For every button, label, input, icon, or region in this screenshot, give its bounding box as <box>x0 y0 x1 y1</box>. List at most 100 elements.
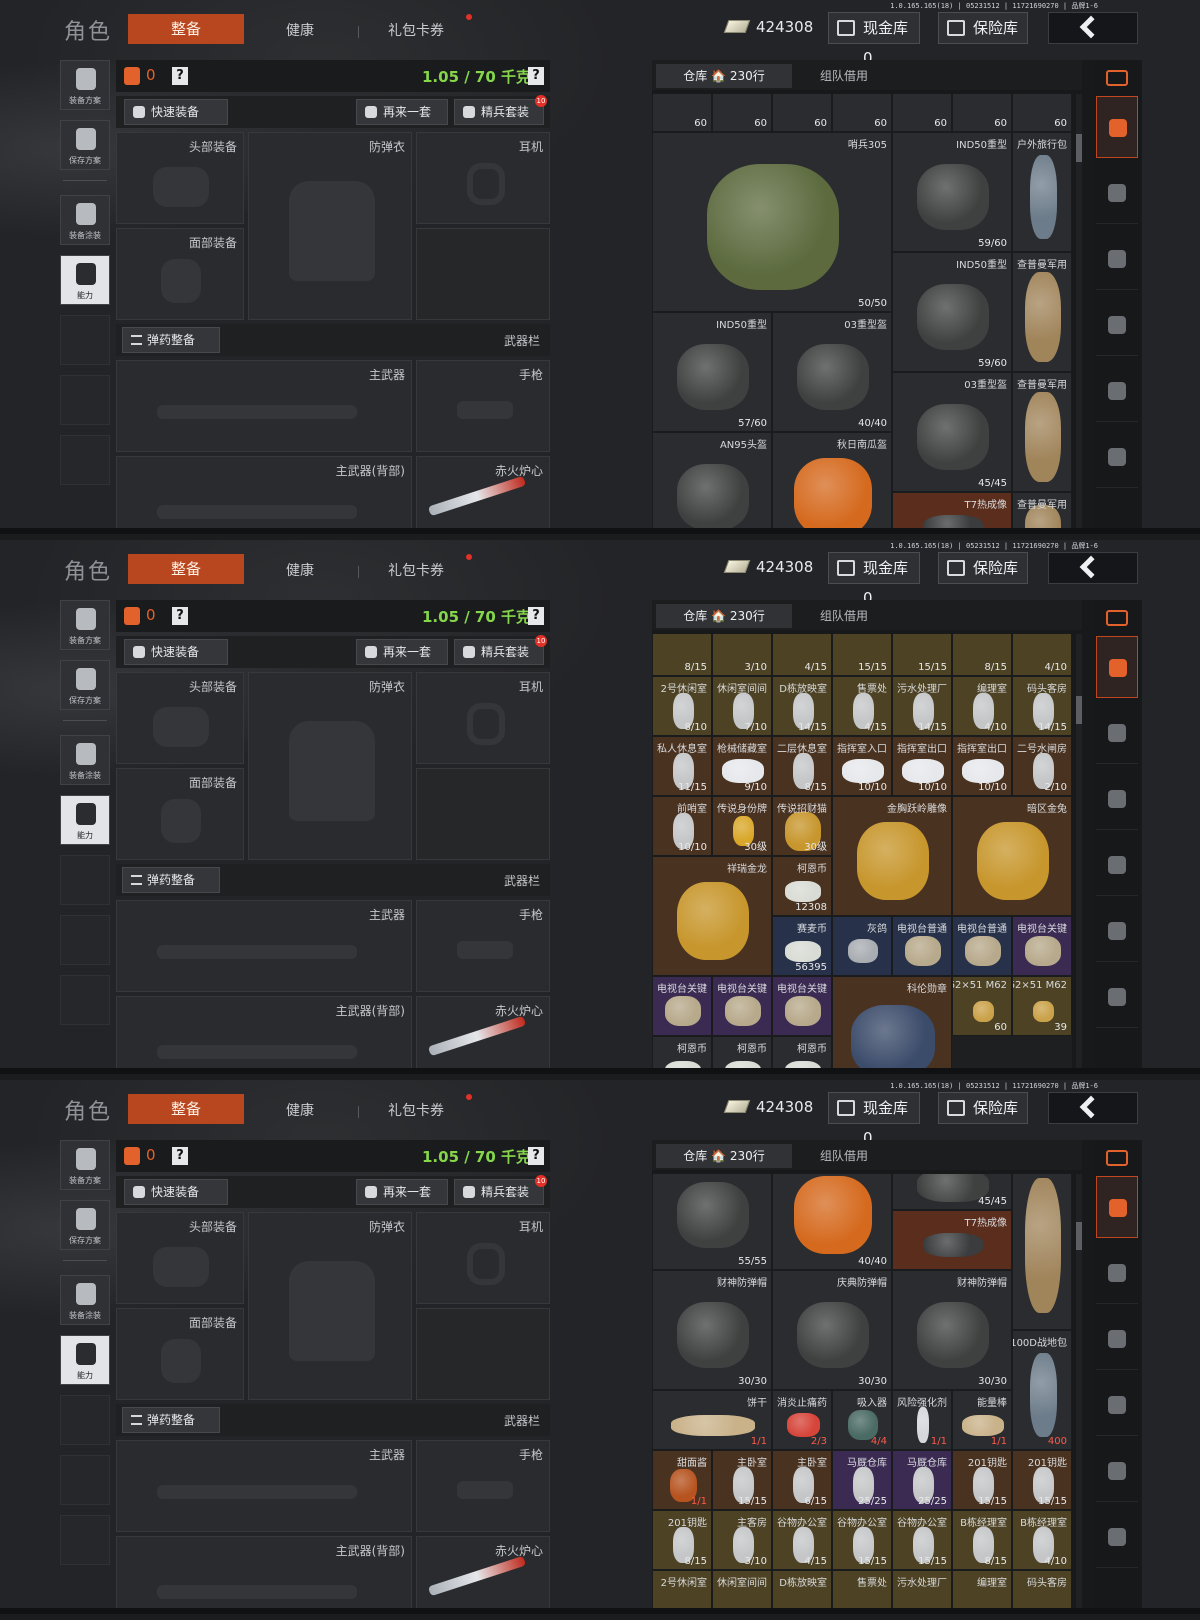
sort-button[interactable] <box>1100 66 1134 90</box>
inventory-item[interactable]: 03重型盔 45/45 <box>892 372 1012 492</box>
inventory-item[interactable]: 庆典防弹帽 30/30 <box>772 1270 892 1390</box>
inventory-item[interactable]: D栋放映室 14/15 <box>772 676 832 736</box>
inventory-item[interactable]: IND50重型 59/60 <box>892 132 1012 252</box>
inventory-item[interactable]: 谷物办公室 15/15 <box>892 1510 952 1570</box>
inventory-item[interactable]: 马厩仓库 25/25 <box>892 1450 952 1510</box>
inventory-item[interactable]: 暗区金兔 <box>952 796 1072 916</box>
inventory-item[interactable]: 传说身份牌 30级 <box>712 796 772 856</box>
inventory-item[interactable]: 电视台普通 <box>892 916 952 976</box>
slot-armor[interactable]: 防弹衣 <box>248 672 412 860</box>
inventory-item[interactable]: 谷物办公室 4/15 <box>772 1510 832 1570</box>
slot-pistol[interactable]: 手枪 <box>416 900 550 992</box>
inventory-item[interactable]: 枪械储藏室 9/10 <box>712 736 772 796</box>
tab-team-borrow[interactable]: 组队借用 <box>820 604 868 628</box>
warehouse-scrollbar[interactable] <box>1076 1174 1082 1608</box>
tab-health[interactable]: 健康 <box>286 560 314 580</box>
ammo-prep-button[interactable]: 弹药整备 <box>122 327 220 353</box>
help-icon[interactable]: ? <box>172 67 188 85</box>
inventory-item[interactable]: 主客房 3/10 <box>712 1510 772 1570</box>
category-armor[interactable] <box>1096 702 1138 764</box>
inventory-item[interactable]: 财神防弹帽 30/30 <box>652 1270 772 1390</box>
slot-armor[interactable]: 防弹衣 <box>248 1212 412 1400</box>
inventory-item[interactable]: 二层休息室 8/15 <box>772 736 832 796</box>
ammo-prep-button[interactable]: 弹药整备 <box>122 867 220 893</box>
repeat-set-button[interactable]: 再来一套 <box>356 639 448 665</box>
inventory-item[interactable]: 吸入器 4/4 <box>832 1390 892 1450</box>
tab-gift-cards[interactable]: 礼包卡券 <box>388 1100 444 1120</box>
slot-face[interactable]: 面部装备 <box>116 1308 244 1400</box>
inventory-item[interactable]: 饼干 1/1 <box>652 1390 772 1450</box>
cash-vault-button[interactable]: 现金库 0 <box>828 1092 920 1147</box>
category-gear[interactable] <box>1096 426 1138 488</box>
tab-warehouse[interactable]: 仓库 🏠 230行 <box>656 1144 792 1168</box>
inventory-item[interactable]: 4/15 <box>772 634 832 676</box>
inventory-item[interactable]: IND50重型 57/60 <box>652 312 772 432</box>
inventory-item[interactable]: 电视台关键 <box>652 976 712 1036</box>
inventory-item[interactable]: 8/15 <box>952 634 1012 676</box>
inventory-item[interactable]: IND50重型 59/60 <box>892 252 1012 372</box>
tab-health[interactable]: 健康 <box>286 20 314 40</box>
inventory-item[interactable]: 柯恩币 12308 <box>772 856 832 916</box>
back-button[interactable] <box>1048 1092 1138 1124</box>
inventory-item[interactable]: 201钥匙 8/15 <box>652 1510 712 1570</box>
quick-equip-button[interactable]: 快速装备 <box>124 639 228 665</box>
inventory-item[interactable]: 45/45 <box>892 1174 1012 1210</box>
slot-head[interactable]: 头部装备 <box>116 1212 244 1304</box>
slot-face[interactable]: 面部装备 <box>116 228 244 320</box>
skin-button[interactable]: 装备涂装 <box>60 195 110 245</box>
inventory-item[interactable]: 马厩仓库 25/25 <box>832 1450 892 1510</box>
inventory-item[interactable]: 7.62×51 M62 39 <box>1012 976 1072 1036</box>
inventory-item[interactable]: 60 <box>892 94 952 132</box>
inventory-item[interactable]: 指挥室出口 10/10 <box>892 736 952 796</box>
scroll-thumb[interactable] <box>1076 696 1082 724</box>
loadout-plan-button[interactable]: 装备方案 <box>60 60 110 110</box>
inventory-item[interactable]: 60 <box>652 94 712 132</box>
inventory-item[interactable]: 指挥室出口 10/10 <box>952 736 1012 796</box>
tab-warehouse[interactable]: 仓库 🏠 230行 <box>656 604 792 628</box>
inventory-item[interactable]: 编理室 4/10 <box>952 676 1012 736</box>
elite-set-button[interactable]: 精兵套装 10 <box>454 95 547 125</box>
category-ammo[interactable] <box>1096 1440 1138 1502</box>
category-gear[interactable] <box>1096 1506 1138 1568</box>
inventory-item[interactable]: 60 <box>1012 94 1072 132</box>
quick-equip-button[interactable]: 快速装备 <box>124 99 228 125</box>
inventory-item[interactable]: 消炎止痛药 2/3 <box>772 1390 832 1450</box>
inventory-item[interactable]: 秋日南瓜盔40/40 <box>772 1174 892 1270</box>
inventory-item[interactable]: 户外旅行包 <box>1012 132 1072 252</box>
skin-button[interactable]: 装备涂装 <box>60 1275 110 1325</box>
inventory-item[interactable]: 3/10 <box>712 634 772 676</box>
category-magazines[interactable] <box>1096 834 1138 896</box>
inventory-item[interactable]: 7.62×51 M62 60 <box>952 976 1012 1036</box>
inventory-item[interactable]: 科伦勋章 <box>832 976 952 1068</box>
inventory-item[interactable]: 查普曼军用 <box>1012 252 1072 372</box>
inventory-item[interactable]: 前哨室 10/10 <box>652 796 712 856</box>
inventory-item[interactable]: 污水处理厂 14/15 <box>892 676 952 736</box>
inventory-item[interactable]: 查普曼军用 <box>1012 372 1072 492</box>
inventory-item[interactable]: D栋放映室 <box>772 1570 832 1608</box>
quick-equip-button[interactable]: 快速装备 <box>124 1179 228 1205</box>
safe-vault-button[interactable]: 保险库 <box>938 1092 1028 1124</box>
category-gear[interactable] <box>1096 966 1138 1028</box>
inventory-item[interactable]: 2号休闲室 8/10 <box>652 676 712 736</box>
inventory-item[interactable]: 4/10 <box>1012 634 1072 676</box>
slot-head[interactable]: 头部装备 <box>116 672 244 764</box>
slot-headset[interactable]: 耳机 <box>416 132 550 224</box>
inventory-item[interactable]: 60 <box>832 94 892 132</box>
category-all[interactable] <box>1096 96 1138 158</box>
slot-armor[interactable]: 防弹衣 <box>248 132 412 320</box>
tab-gift-cards[interactable]: 礼包卡券 <box>388 560 444 580</box>
category-magazines[interactable] <box>1096 1374 1138 1436</box>
inventory-item[interactable]: 柯恩币 <box>652 1036 712 1068</box>
category-ammo[interactable] <box>1096 360 1138 422</box>
safe-vault-button[interactable]: 保险库 <box>938 12 1028 44</box>
inventory-item[interactable]: B栋经理室 4/10 <box>1012 1510 1072 1570</box>
inventory-item[interactable]: AN95头盔55/55 <box>652 1174 772 1270</box>
inventory-item[interactable]: T7热成像 <box>892 492 1012 528</box>
inventory-item[interactable]: 售票处 4/15 <box>832 676 892 736</box>
inventory-item[interactable]: 100D战地包 400 <box>1012 1330 1072 1450</box>
category-weapons[interactable] <box>1096 1308 1138 1370</box>
tab-team-borrow[interactable]: 组队借用 <box>820 1144 868 1168</box>
help-icon[interactable]: ? <box>528 607 544 625</box>
help-icon[interactable]: ? <box>172 607 188 625</box>
inventory-item[interactable]: 赛麦币 56395 <box>772 916 832 976</box>
